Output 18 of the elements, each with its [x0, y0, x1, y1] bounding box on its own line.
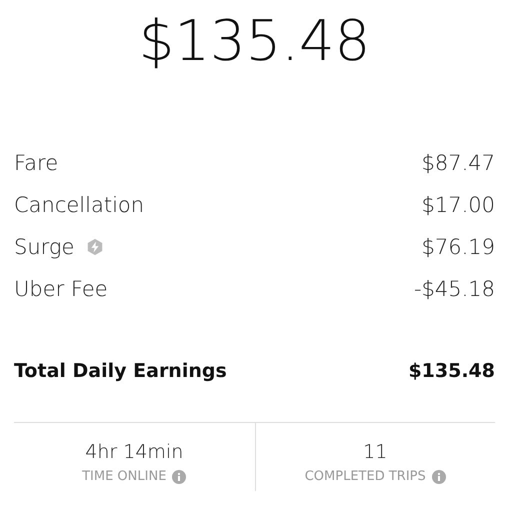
total-amount: $135.48 — [408, 360, 495, 382]
info-icon[interactable] — [432, 470, 446, 484]
item-label: Cancellation — [14, 193, 144, 217]
lightning-icon — [86, 238, 104, 256]
info-icon[interactable] — [172, 470, 186, 484]
total-label: Total Daily Earnings — [14, 360, 227, 382]
total-amount: $135.48 — [138, 8, 372, 76]
stat-label: COMPLETED TRIPS — [304, 469, 426, 484]
item-amount: $76.19 — [422, 235, 495, 259]
item-amount: -$45.18 — [414, 277, 495, 301]
item-amount: $17.00 — [422, 193, 495, 217]
stat-value: 4hr 14min — [85, 441, 184, 463]
stat-value: 11 — [363, 441, 388, 463]
stat-label: TIME ONLINE — [82, 469, 166, 484]
item-label: Surge — [14, 235, 74, 259]
item-label: Fare — [14, 151, 58, 175]
item-amount: $87.47 — [422, 151, 495, 175]
item-label: Uber Fee — [14, 277, 108, 301]
